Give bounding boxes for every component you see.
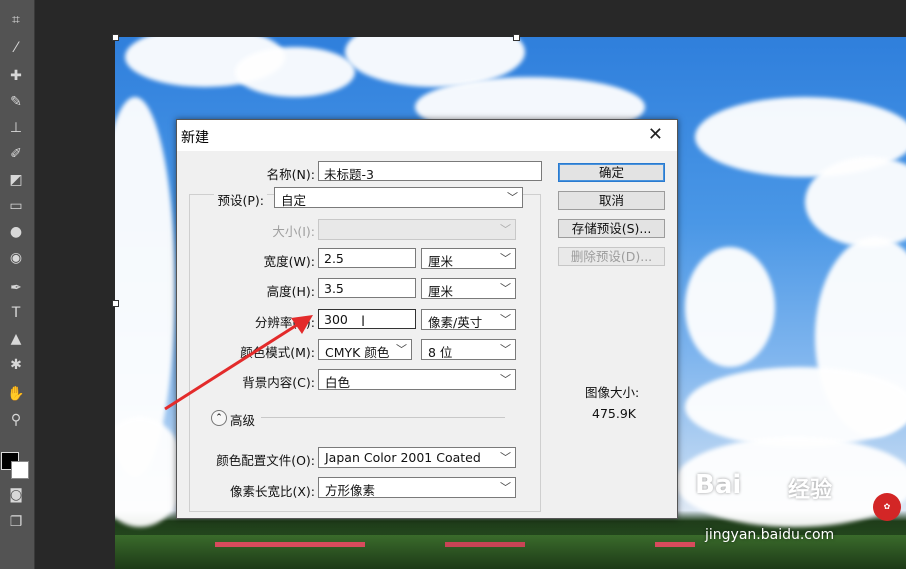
baidu-watermark-text: 经验 bbox=[788, 478, 833, 503]
baidu-watermark-logo: Bai bbox=[695, 470, 742, 500]
annotation-arrow-icon bbox=[164, 315, 313, 411]
baidu-watermark-url: jingyan.baidu.com bbox=[705, 527, 835, 543]
seal-icon: ✿ bbox=[873, 493, 901, 521]
